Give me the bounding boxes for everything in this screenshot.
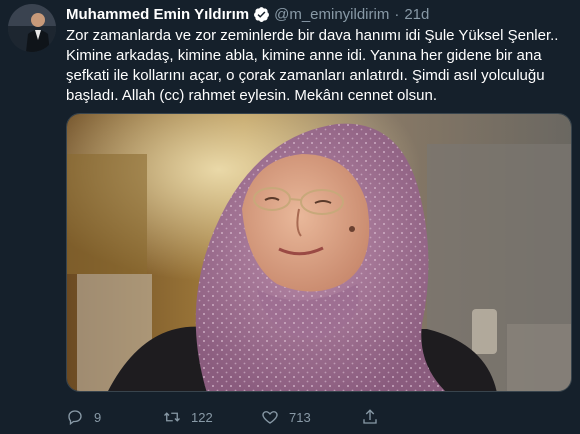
reply-button[interactable]: 9 (66, 408, 101, 426)
tweet-timestamp[interactable]: 21d (404, 6, 429, 23)
tweet-header: Muhammed Emin Yıldırım @m_eminyildirim ·… (66, 4, 429, 24)
retweet-button[interactable]: 122 (163, 408, 213, 426)
tweet-actions: 9 122 713 (66, 404, 506, 430)
tweet-text-line: Kimine arkadaş, kimine abla, kimine anne… (66, 47, 542, 64)
retweet-count: 122 (191, 409, 213, 425)
separator-dot: · (394, 5, 400, 23)
author-name[interactable]: Muhammed Emin Yıldırım (66, 6, 249, 23)
retweet-icon (164, 412, 180, 422)
like-icon (262, 411, 278, 424)
reply-count: 9 (94, 409, 102, 425)
tweet-text-line: başladı. Allah (cc) rahmet eylesin. Mekâ… (66, 87, 438, 104)
share-button[interactable] (361, 408, 379, 426)
tweet-text-line: Zor zamanlarda ve zor zeminlerde bir dav… (66, 27, 559, 44)
share-icon (363, 409, 377, 424)
tweet-text: Zor zamanlarda ve zor zeminlerde bir dav… (66, 26, 571, 106)
verified-badge-icon (254, 6, 270, 22)
tweet-photo[interactable] (66, 113, 572, 392)
reply-icon (68, 410, 82, 426)
tweet-text-line: şefkati ile kollarını açar, o çorak zama… (66, 67, 545, 84)
like-count: 713 (289, 409, 311, 425)
author-handle[interactable]: @m_eminyildirim (274, 6, 389, 23)
author-avatar[interactable] (8, 4, 56, 52)
like-button[interactable]: 713 (261, 408, 311, 426)
